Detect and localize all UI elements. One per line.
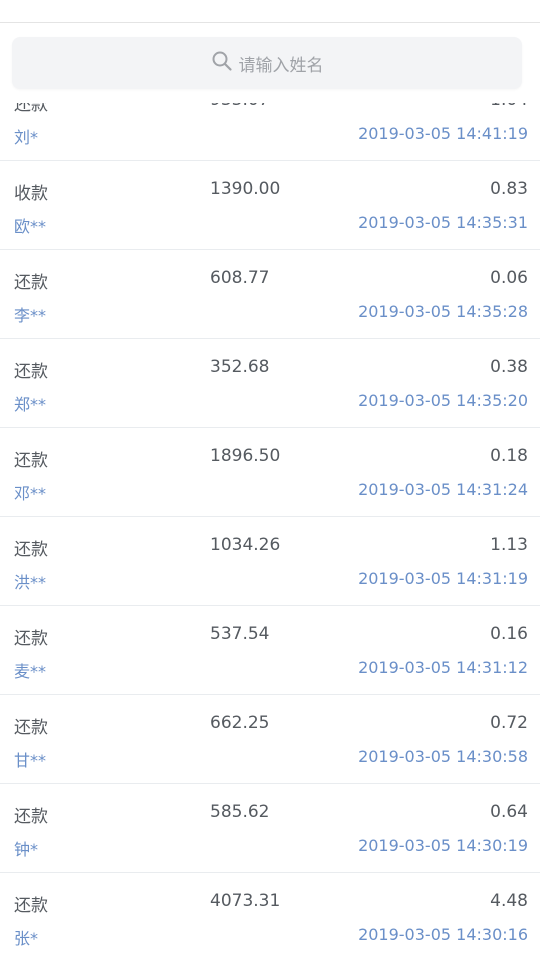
transaction-amount: 608.77 xyxy=(210,268,270,288)
transaction-time: 2019-03-05 14:30:16 xyxy=(358,925,528,944)
transaction-type: 还款 xyxy=(14,362,48,382)
transaction-time: 2019-03-05 14:31:12 xyxy=(358,658,528,677)
transaction-amount: 352.68 xyxy=(210,357,270,377)
transaction-time: 2019-03-05 14:35:31 xyxy=(358,213,528,232)
transaction-fee: 0.06 xyxy=(490,268,528,288)
list-item[interactable]: 还款 352.68 0.38 郑** 2019-03-05 14:35:20 xyxy=(0,339,540,428)
transaction-list: 还款 933.07 1.04 刘* 2019-03-05 14:41:19 收款… xyxy=(0,72,540,960)
transaction-amount: 585.62 xyxy=(210,802,270,822)
transaction-time: 2019-03-05 14:41:19 xyxy=(358,124,528,143)
customer-name: 洪** xyxy=(14,573,47,592)
transaction-fee: 0.64 xyxy=(490,802,528,822)
transaction-fee: 0.16 xyxy=(490,624,528,644)
customer-name: 甘** xyxy=(14,751,47,770)
transaction-type: 收款 xyxy=(14,184,48,204)
transaction-type: 还款 xyxy=(14,629,48,649)
transaction-time: 2019-03-05 14:30:58 xyxy=(358,747,528,766)
top-bar xyxy=(0,0,540,23)
transaction-fee: 0.38 xyxy=(490,357,528,377)
transaction-fee: 0.83 xyxy=(490,179,528,199)
transaction-fee: 1.13 xyxy=(490,535,528,555)
transaction-amount: 537.54 xyxy=(210,624,270,644)
transaction-type: 还款 xyxy=(14,807,48,827)
customer-name: 邓** xyxy=(14,484,47,503)
transaction-time: 2019-03-05 14:31:24 xyxy=(358,480,528,499)
search-area: 请输入姓名 xyxy=(0,23,540,103)
transaction-amount: 1034.26 xyxy=(210,535,281,555)
search-placeholder: 请输入姓名 xyxy=(238,55,324,76)
transaction-type: 还款 xyxy=(14,540,48,560)
customer-name: 刘* xyxy=(14,128,39,147)
transaction-fee: 4.48 xyxy=(490,891,528,911)
customer-name: 欧** xyxy=(14,217,47,236)
list-item[interactable]: 还款 585.62 0.64 钟* 2019-03-05 14:30:19 xyxy=(0,784,540,873)
transaction-amount: 662.25 xyxy=(210,713,270,733)
list-item[interactable]: 收款 1390.00 0.83 欧** 2019-03-05 14:35:31 xyxy=(0,161,540,250)
transaction-type: 还款 xyxy=(14,273,48,293)
transaction-type: 还款 xyxy=(14,451,48,471)
transaction-type: 还款 xyxy=(14,718,48,738)
app-screen: 请输入姓名 还款 933.07 1.04 刘* 2019-03-05 14:41… xyxy=(0,0,540,960)
list-item[interactable]: 还款 1034.26 1.13 洪** 2019-03-05 14:31:19 xyxy=(0,517,540,606)
transaction-fee: 0.72 xyxy=(490,713,528,733)
list-item[interactable]: 还款 4073.31 4.48 张* 2019-03-05 14:30:16 xyxy=(0,873,540,960)
transaction-time: 2019-03-05 14:35:20 xyxy=(358,391,528,410)
transaction-time: 2019-03-05 14:30:19 xyxy=(358,836,528,855)
list-item[interactable]: 还款 662.25 0.72 甘** 2019-03-05 14:30:58 xyxy=(0,695,540,784)
list-item[interactable]: 还款 1896.50 0.18 邓** 2019-03-05 14:31:24 xyxy=(0,428,540,517)
customer-name: 麦** xyxy=(14,662,47,681)
transaction-amount: 4073.31 xyxy=(210,891,281,911)
transaction-time: 2019-03-05 14:35:28 xyxy=(358,302,528,321)
list-item[interactable]: 还款 537.54 0.16 麦** 2019-03-05 14:31:12 xyxy=(0,606,540,695)
customer-name: 郑** xyxy=(14,395,47,414)
list-item[interactable]: 还款 608.77 0.06 李** 2019-03-05 14:35:28 xyxy=(0,250,540,339)
search-icon xyxy=(211,50,239,77)
transaction-amount: 1896.50 xyxy=(210,446,281,466)
transaction-type: 还款 xyxy=(14,896,48,916)
transaction-fee: 0.18 xyxy=(490,446,528,466)
customer-name: 李** xyxy=(14,306,47,325)
transaction-amount: 1390.00 xyxy=(210,179,281,199)
transaction-time: 2019-03-05 14:31:19 xyxy=(358,569,528,588)
customer-name: 钟* xyxy=(14,840,39,859)
search-input[interactable]: 请输入姓名 xyxy=(12,37,522,89)
customer-name: 张* xyxy=(14,929,39,948)
